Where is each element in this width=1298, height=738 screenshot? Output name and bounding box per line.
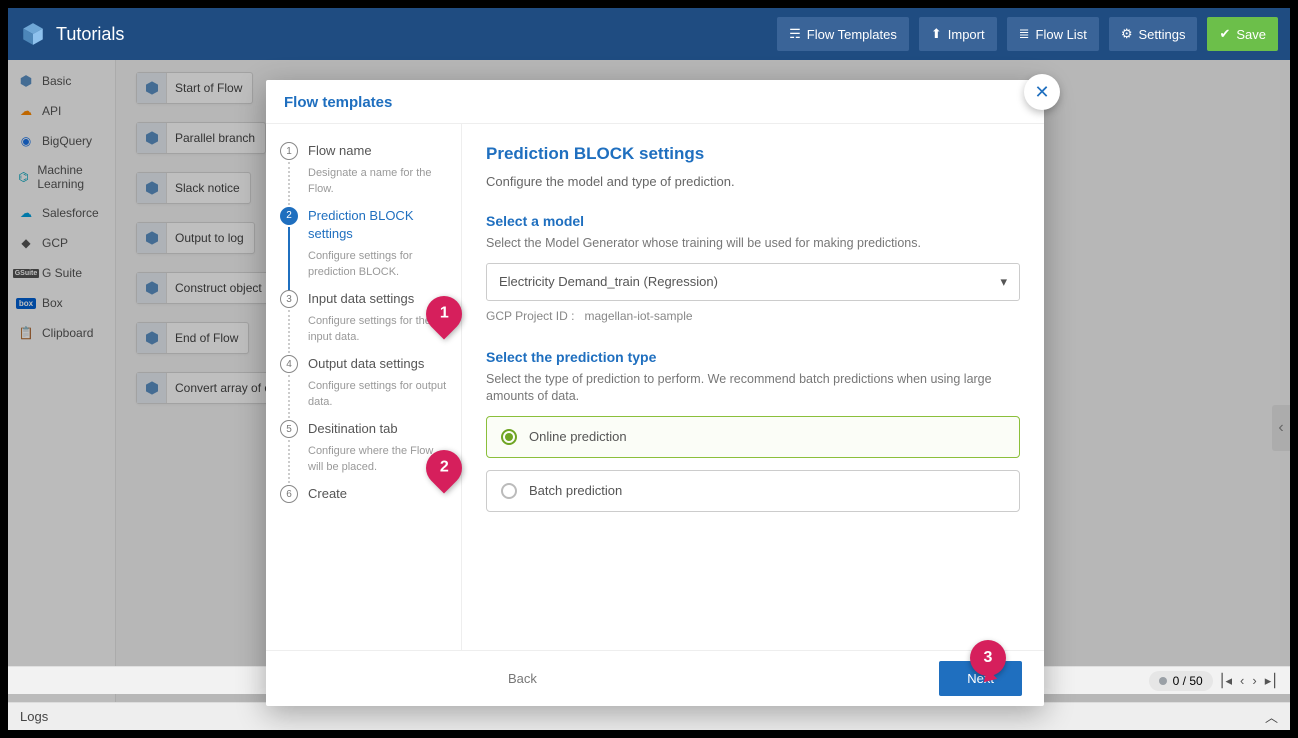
wizard-step-output-data[interactable]: 4 Output data settings Configure setting…	[280, 355, 447, 410]
select-type-label: Select the prediction type	[486, 349, 1020, 365]
radio-icon	[501, 483, 517, 499]
page-title: Tutorials	[56, 24, 124, 45]
content-lead: Configure the model and type of predicti…	[486, 174, 1020, 189]
back-button[interactable]: Back	[508, 671, 537, 686]
model-select[interactable]: Electricity Demand_train (Regression) ▾	[486, 263, 1020, 301]
select-type-desc: Select the type of prediction to perform…	[486, 371, 1020, 406]
modal-content: Prediction BLOCK settings Configure the …	[462, 124, 1044, 650]
status-dot-icon	[1159, 677, 1167, 685]
list-icon: ☴	[789, 26, 801, 42]
upload-icon: ⬆	[931, 26, 942, 42]
close-icon: ✕	[1034, 82, 1049, 103]
radio-batch-prediction[interactable]: Batch prediction	[486, 470, 1020, 512]
prev-page-icon[interactable]: ‹	[1240, 673, 1244, 688]
radio-online-prediction[interactable]: Online prediction	[486, 416, 1020, 458]
flow-list-button[interactable]: ≣ Flow List	[1007, 17, 1099, 51]
radio-icon	[501, 429, 517, 445]
node-count-badge: 0 / 50	[1149, 671, 1213, 691]
flow-list-icon: ≣	[1019, 26, 1030, 42]
import-button[interactable]: ⬆ Import	[919, 17, 997, 51]
app-logo-icon	[20, 21, 46, 47]
wizard-steps: 1 Flow name Designate a name for the Flo…	[266, 124, 462, 650]
wizard-step-input-data[interactable]: 3 Input data settings Configure settings…	[280, 290, 447, 345]
select-model-desc: Select the Model Generator whose trainin…	[486, 235, 1020, 253]
close-modal-button[interactable]: ✕	[1024, 74, 1060, 110]
chevron-down-icon: ▾	[1000, 274, 1007, 290]
save-button[interactable]: ✔ Save	[1207, 17, 1278, 51]
first-page-icon[interactable]: ⎮◂	[1219, 673, 1232, 689]
wizard-step-destination-tab[interactable]: 5 Desitination tab Configure where the F…	[280, 420, 447, 475]
gear-icon: ⚙	[1121, 26, 1133, 42]
settings-button[interactable]: ⚙ Settings	[1109, 17, 1198, 51]
tutorial-callout-3: 3	[970, 640, 1006, 676]
flow-templates-modal: ✕ Flow templates 1 Flow name Designate a…	[266, 80, 1044, 706]
select-model-label: Select a model	[486, 213, 1020, 229]
content-heading: Prediction BLOCK settings	[486, 144, 1020, 164]
last-page-icon[interactable]: ▸⎮	[1265, 673, 1278, 689]
check-icon: ✔	[1219, 26, 1230, 42]
flow-templates-button[interactable]: ☴ Flow Templates	[777, 17, 909, 51]
chevron-up-icon[interactable]: ︿	[1265, 707, 1278, 726]
next-page-icon[interactable]: ›	[1252, 673, 1256, 688]
wizard-step-create[interactable]: 6 Create	[280, 485, 447, 503]
logs-bar[interactable]: Logs ︿	[8, 702, 1290, 730]
gcp-project-meta: GCP Project ID : magellan-iot-sample	[486, 309, 1020, 323]
wizard-step-flow-name[interactable]: 1 Flow name Designate a name for the Flo…	[280, 142, 447, 197]
modal-title: Flow templates	[266, 80, 1044, 124]
wizard-step-prediction-block[interactable]: 2 Prediction BLOCK settings Configure se…	[280, 207, 447, 280]
